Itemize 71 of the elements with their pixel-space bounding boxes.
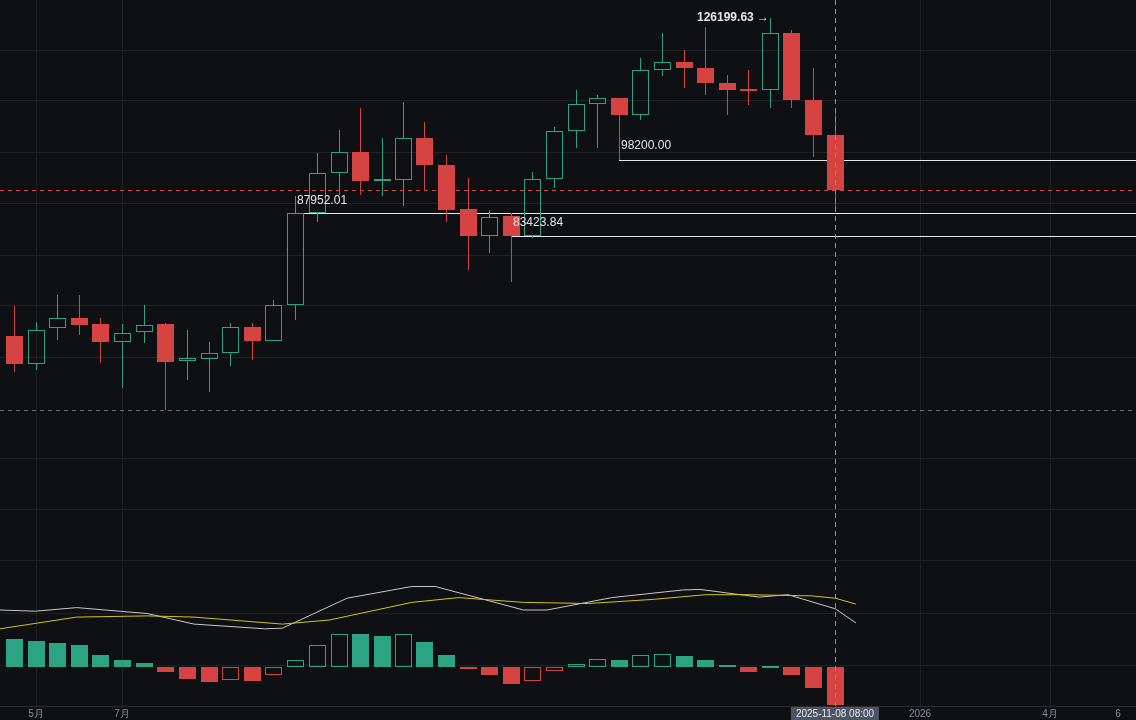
candle <box>416 121 433 191</box>
histogram-bar <box>740 667 757 672</box>
candle <box>71 294 88 336</box>
histogram-bar <box>6 639 23 667</box>
time-axis-label: 6 <box>1115 708 1121 720</box>
candle <box>481 209 498 254</box>
histogram-bar <box>589 659 606 667</box>
histogram-bar <box>697 660 714 667</box>
candle <box>697 26 714 96</box>
histogram-bar <box>805 667 822 688</box>
candle <box>740 69 757 106</box>
candle <box>654 32 671 77</box>
histogram-bar <box>309 645 326 667</box>
histogram-bar <box>352 634 369 667</box>
histogram-bar <box>546 667 563 671</box>
candle <box>546 126 563 189</box>
histogram-bar <box>179 667 196 679</box>
candle <box>49 294 66 341</box>
histogram-bar <box>611 660 628 667</box>
histogram-bar <box>157 667 174 672</box>
time-axis-label: 7月 <box>114 708 130 720</box>
histogram-bar <box>568 664 585 667</box>
histogram-bar <box>71 645 88 667</box>
histogram-bar <box>374 636 391 667</box>
price-label: 98200.00 <box>621 138 672 152</box>
level-line[interactable] <box>618 160 1136 161</box>
histogram-bar <box>28 641 45 667</box>
candle <box>114 323 131 389</box>
histogram-bar <box>632 655 649 667</box>
histogram-bar <box>136 663 153 667</box>
histogram-bar <box>222 667 239 680</box>
candle <box>201 341 218 393</box>
candle <box>244 322 261 361</box>
candle <box>438 154 455 223</box>
histogram-bar <box>287 660 304 667</box>
time-axis-label: 2026 <box>908 708 932 720</box>
histogram-bar <box>481 667 498 675</box>
histogram-bar <box>92 655 109 667</box>
candle <box>222 322 239 367</box>
histogram-bar <box>827 667 844 705</box>
candle <box>265 299 282 342</box>
price-label: 126199.63 → <box>697 10 770 24</box>
candle <box>568 89 585 149</box>
histogram-bar <box>331 634 348 667</box>
candle <box>331 129 348 196</box>
candle <box>676 49 693 89</box>
candle <box>28 321 45 371</box>
histogram-bar <box>416 642 433 667</box>
candle <box>632 57 649 121</box>
time-axis-label: 4月 <box>1042 708 1058 720</box>
histogram-bar <box>201 667 218 682</box>
candle <box>179 329 196 381</box>
histogram-bar <box>783 667 800 675</box>
candle <box>719 74 736 116</box>
histogram-bar <box>524 667 541 681</box>
candle <box>136 304 153 344</box>
crosshair-time-label: 2025-11-08 08:00 <box>790 707 880 720</box>
histogram-bar <box>395 634 412 667</box>
histogram-bar <box>114 660 131 667</box>
histogram-bar <box>244 667 261 681</box>
candle <box>374 137 391 197</box>
histogram-bar <box>49 643 66 667</box>
histogram-bar <box>503 667 520 684</box>
histogram-bar <box>438 655 455 667</box>
candle <box>6 305 23 373</box>
histogram-bar <box>654 654 671 667</box>
candle <box>589 94 606 149</box>
histogram-bar <box>676 656 693 667</box>
time-axis-label: 5月 <box>28 708 44 720</box>
histogram-bar <box>265 667 282 675</box>
candle <box>92 317 109 364</box>
